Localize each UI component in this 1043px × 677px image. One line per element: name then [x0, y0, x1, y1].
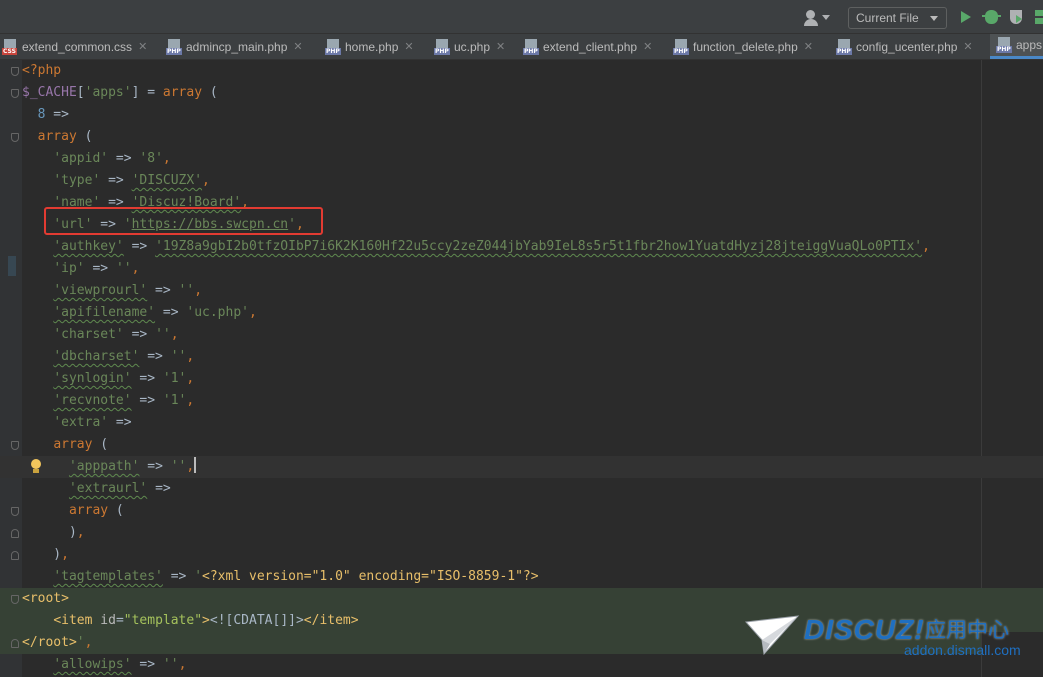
- tab-label: extend_client.php: [543, 39, 638, 54]
- close-icon[interactable]: ✕: [963, 40, 972, 53]
- close-icon[interactable]: ✕: [496, 40, 505, 53]
- code-line: 'type' => 'DISCUZX',: [53, 173, 210, 188]
- debug-icon[interactable]: [982, 10, 1001, 24]
- tab-uc-php[interactable]: PHP uc.php ✕: [434, 34, 505, 59]
- tab-home-php[interactable]: PHP home.php ✕: [325, 34, 414, 59]
- chevron-down-icon: [930, 16, 938, 21]
- tab-apps-active[interactable]: PHP apps: [990, 34, 1043, 59]
- code-line: 8 =>: [37, 107, 69, 122]
- tab-extend-client-php[interactable]: PHP extend_client.php ✕: [523, 34, 652, 59]
- php-file-icon: PHP: [996, 37, 1012, 53]
- code-line: array (: [0, 434, 1043, 456]
- fold-icon[interactable]: [11, 507, 19, 516]
- php-file-icon: PHP: [325, 38, 341, 55]
- php-file-icon: PHP: [836, 38, 852, 55]
- paper-plane-logo-icon: [744, 615, 800, 656]
- fold-icon[interactable]: [11, 595, 19, 604]
- editor-tab-bar: CSS extend_common.css ✕ PHP admincp_main…: [0, 34, 1043, 60]
- fold-icon[interactable]: [11, 89, 19, 98]
- tab-extend-common-css[interactable]: CSS extend_common.css ✕: [2, 34, 147, 59]
- tab-label: uc.php: [454, 39, 491, 54]
- fold-icon[interactable]: [11, 551, 19, 560]
- close-icon[interactable]: ✕: [643, 40, 652, 53]
- php-file-icon: PHP: [166, 38, 182, 55]
- code-line: array (: [0, 500, 1043, 522]
- more-run-icon[interactable]: [1033, 9, 1043, 25]
- code-line: 'apifilename' => 'uc.php',: [53, 305, 257, 320]
- code-line: array (: [0, 126, 1043, 148]
- main-toolbar: Current File: [0, 0, 1043, 34]
- code-line-xml: <root>: [0, 588, 1043, 610]
- code-line: 'synlogin' => '1',: [53, 371, 195, 386]
- text-cursor: [194, 457, 197, 473]
- watermark-url: addon.dismall.com: [904, 642, 1021, 658]
- fold-icon[interactable]: [11, 133, 19, 142]
- code-line: 'extraurl' =>: [68, 481, 171, 496]
- code-line: <?php: [0, 60, 1043, 82]
- red-highlight-box: [44, 207, 323, 235]
- close-icon[interactable]: ✕: [804, 40, 813, 53]
- code-line: $_CACHE['apps'] = array (: [0, 82, 1043, 104]
- code-lines: <?php $_CACHE['apps'] = array ( 8 => arr…: [0, 60, 1043, 676]
- code-line: ),: [0, 544, 1043, 566]
- fold-icon[interactable]: [11, 529, 19, 538]
- coverage-icon[interactable]: [1010, 10, 1022, 24]
- run-configuration-label: Current File: [856, 11, 919, 25]
- code-line: 'recvnote' => '1',: [53, 393, 195, 408]
- code-line: 'viewprourl' => '',: [53, 283, 203, 298]
- code-line: 'ip' => '',: [53, 261, 140, 276]
- php-file-icon: PHP: [434, 38, 450, 55]
- close-icon[interactable]: ✕: [138, 40, 147, 53]
- php-file-icon: PHP: [523, 38, 539, 55]
- code-line: ),: [0, 522, 1043, 544]
- tab-admincp-main-php[interactable]: PHP admincp_main.php ✕: [166, 34, 303, 59]
- fold-icon[interactable]: [11, 639, 19, 648]
- close-icon[interactable]: ✕: [404, 40, 413, 53]
- watermark-subtitle: 应用中心: [925, 618, 1009, 642]
- discuz-watermark: DISCUZ! 应用中心 addon.dismall.com: [744, 612, 1034, 662]
- run-configuration-select[interactable]: Current File: [848, 7, 947, 29]
- code-line: 'appid' => '8',: [53, 151, 171, 166]
- code-line: 'authkey' => '19Z8a9gbI2b0tfzOIbP7i6K2K1…: [53, 239, 930, 254]
- tab-label: admincp_main.php: [186, 39, 288, 54]
- fold-icon[interactable]: [11, 67, 19, 76]
- code-line: 'extra' =>: [53, 415, 132, 430]
- run-icon[interactable]: [961, 11, 971, 23]
- php-file-icon: PHP: [673, 38, 689, 55]
- code-line: 'charset' => '',: [53, 327, 179, 342]
- css-file-icon: CSS: [2, 38, 18, 55]
- tab-label: apps: [1016, 38, 1043, 52]
- tab-label: home.php: [345, 39, 399, 54]
- tab-label: config_ucenter.php: [856, 39, 958, 54]
- tab-config-ucenter-php[interactable]: PHP config_ucenter.php ✕: [836, 34, 973, 59]
- tab-label: function_delete.php: [693, 39, 798, 54]
- user-icon[interactable]: [803, 9, 833, 27]
- code-line: 'tagtemplates' => '<?xml version="1.0" e…: [53, 569, 539, 584]
- code-line-current: 'apppath' => '',: [0, 456, 1043, 478]
- close-icon[interactable]: ✕: [293, 40, 302, 53]
- code-line: 'dbcharset' => '',: [53, 349, 195, 364]
- tab-label: extend_common.css: [22, 39, 133, 54]
- tab-function-delete-php[interactable]: PHP function_delete.php ✕: [673, 34, 813, 59]
- fold-icon[interactable]: [11, 441, 19, 450]
